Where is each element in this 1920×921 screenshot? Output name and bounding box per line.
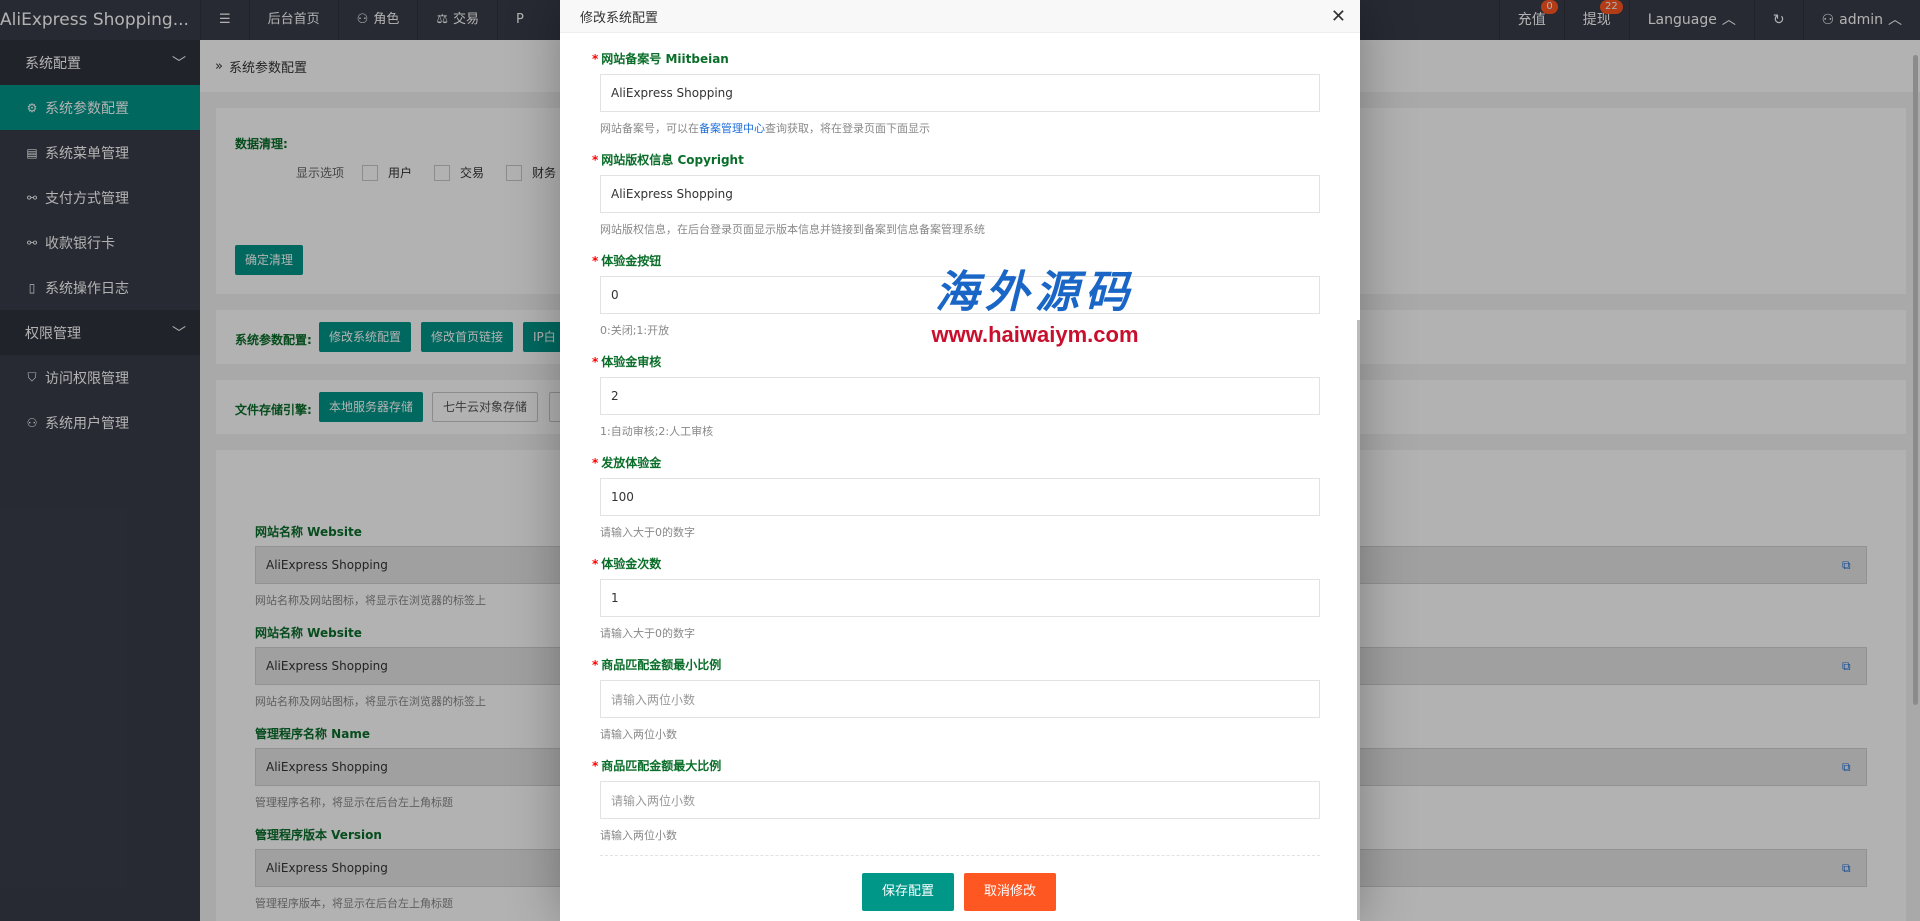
field-label-text: 体验金次数 (601, 557, 662, 571)
watermark-logo-text: 海外源码 (935, 267, 1135, 318)
modal-header: 修改系统配置 ✕ (560, 0, 1360, 33)
field-label-text: 发放体验金 (601, 456, 662, 470)
modal-scrollbar[interactable] (1357, 320, 1360, 920)
field-label: * 商品匹配金额最小比例 (592, 656, 1312, 672)
field-label-text: 网站备案号 Miitbeian (601, 52, 729, 66)
field-label: * 网站备案号 Miitbeian (592, 50, 1312, 66)
field-max-match-ratio: * 商品匹配金额最大比例 请输入两位小数 请输入两位小数 (592, 757, 1320, 843)
field-help: 请输入两位小数 (600, 728, 677, 741)
help-text: 网站备案号，可以在 (600, 122, 699, 135)
field-label: * 体验金按钮 (592, 252, 1312, 268)
field-label: * 发放体验金 (592, 454, 1312, 470)
field-help: 网站备案号，可以在备案管理中心查询获取，将在登录页面下面显示 (600, 120, 1320, 136)
watermark-url: www.haiwaiym.com (931, 322, 1139, 347)
modal-title: 修改系统配置 (580, 10, 659, 26)
field-label-text: 商品匹配金额最大比例 (601, 759, 722, 773)
copyright-input[interactable]: AliExpress Shopping (600, 175, 1320, 213)
cancel-edit-button[interactable]: 取消修改 (964, 873, 1056, 911)
required-mark: * (592, 254, 599, 268)
close-icon[interactable]: ✕ (1331, 6, 1346, 27)
trial-amount-input[interactable]: 100 (600, 478, 1320, 516)
field-miitbeian: * 网站备案号 Miitbeian AliExpress Shopping 网站备… (592, 50, 1320, 136)
field-label-text: 商品匹配金额最小比例 (601, 658, 722, 672)
field-help: 请输入两位小数 (600, 829, 677, 842)
field-trial-count: * 体验金次数 1 请输入大于0的数字 (592, 555, 1320, 641)
field-help: 1:自动审核;2:人工审核 (600, 425, 714, 438)
trial-review-input[interactable]: 2 (600, 377, 1320, 415)
trial-count-input[interactable]: 1 (600, 579, 1320, 617)
required-mark: * (592, 456, 599, 470)
required-mark: * (592, 355, 599, 369)
required-mark: * (592, 557, 599, 571)
field-min-match-ratio: * 商品匹配金额最小比例 请输入两位小数 请输入两位小数 (592, 656, 1320, 742)
required-mark: * (592, 658, 599, 672)
required-mark: * (592, 153, 599, 167)
field-label: * 网站版权信息 Copyright (592, 151, 1312, 167)
min-match-ratio-input[interactable]: 请输入两位小数 (600, 680, 1320, 718)
field-label-text: 体验金审核 (601, 355, 662, 369)
help-text: 查询获取，将在登录页面下面显示 (765, 122, 930, 135)
field-help: 请输入大于0的数字 (600, 627, 695, 640)
edit-system-config-modal: 修改系统配置 ✕ * 网站备案号 Miitbeian AliExpress Sho… (560, 0, 1360, 921)
field-copyright: * 网站版权信息 Copyright AliExpress Shopping 网站… (592, 151, 1320, 237)
field-label: * 体验金审核 (592, 353, 1312, 369)
save-config-button[interactable]: 保存配置 (862, 873, 954, 911)
watermark: 海外源码 www.haiwaiym.com (880, 268, 1190, 348)
field-trial-amount: * 发放体验金 100 请输入大于0的数字 (592, 454, 1320, 540)
modal-body: * 网站备案号 Miitbeian AliExpress Shopping 网站备… (560, 33, 1360, 921)
max-match-ratio-input[interactable]: 请输入两位小数 (600, 781, 1320, 819)
field-label-text: 体验金按钮 (601, 254, 662, 268)
field-label: * 商品匹配金额最大比例 (592, 757, 1312, 773)
required-mark: * (592, 759, 599, 773)
miitbeian-input[interactable]: AliExpress Shopping (600, 74, 1320, 112)
field-help: 网站版权信息，在后台登录页面显示版本信息并链接到备案到信息备案管理系统 (600, 223, 985, 236)
field-label-text: 网站版权信息 Copyright (601, 153, 744, 167)
field-trial-review: * 体验金审核 2 1:自动审核;2:人工审核 (592, 353, 1320, 439)
beian-center-link[interactable]: 备案管理中心 (699, 122, 765, 135)
field-help: 请输入大于0的数字 (600, 526, 695, 539)
field-label: * 体验金次数 (592, 555, 1312, 571)
required-mark: * (592, 52, 599, 66)
divider (600, 855, 1320, 856)
